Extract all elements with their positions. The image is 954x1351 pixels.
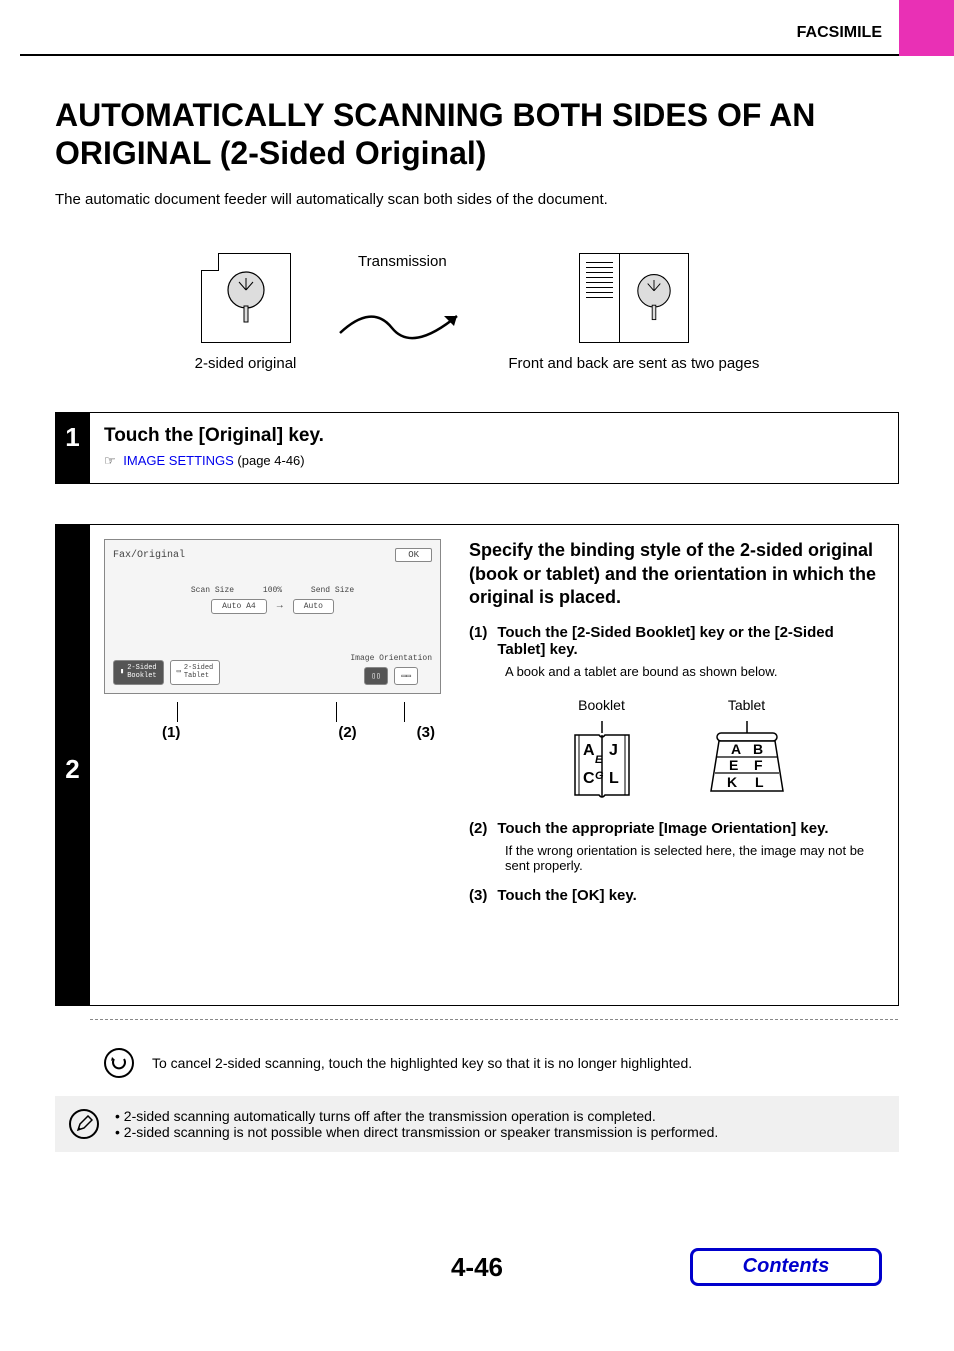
svg-text:J: J — [609, 742, 618, 759]
substep-1-note: A book and a tablet are bound as shown b… — [505, 664, 884, 679]
output-diagram: Front and back are sent as two pages — [508, 253, 759, 372]
scan-size-button[interactable]: Auto A4 — [211, 599, 267, 614]
xref-page: (page 4-46) — [234, 453, 305, 468]
svg-text:E: E — [595, 754, 603, 766]
output-pages-icon — [579, 253, 689, 343]
cancel-hint: To cancel 2-sided scanning, touch the hi… — [90, 1034, 898, 1092]
undo-icon — [104, 1048, 134, 1078]
fax-original-screen: Fax/Original OK Scan Size 100% Send Size… — [104, 539, 441, 694]
tree-icon — [633, 271, 675, 325]
substep-3-text: Touch the [OK] key. — [497, 887, 636, 904]
step-1: 1 Touch the [Original] key. ☞ IMAGE SETT… — [55, 412, 899, 485]
substep-1-text: Touch the [2-Sided Booklet] key or the [… — [497, 624, 884, 658]
callout-3: (3) — [417, 724, 435, 741]
substep-2-num: (2) — [469, 820, 487, 837]
booklet-icon: ▮ — [120, 669, 124, 677]
svg-text:A: A — [731, 741, 741, 757]
callout-1: (1) — [162, 724, 180, 741]
tablet-label: Tablet — [707, 697, 787, 713]
substep-3-num: (3) — [469, 887, 487, 904]
notes-box: 2-sided scanning automatically turns off… — [55, 1096, 899, 1152]
ok-button[interactable]: OK — [395, 548, 432, 562]
pencil-icon — [69, 1109, 99, 1139]
image-orientation-label: Image Orientation — [350, 654, 432, 663]
step-2: 2 Fax/Original OK Scan Size 100% Send Si… — [55, 524, 899, 1005]
transmission-label: Transmission — [332, 253, 472, 270]
callout-pointers: (1) (2) (3) — [104, 724, 441, 741]
svg-text:L: L — [609, 770, 619, 787]
binding-diagrams: Booklet A C J L E — [469, 697, 884, 804]
substep-2-text: Touch the appropriate [Image Orientation… — [497, 820, 828, 837]
svg-text:E: E — [729, 757, 738, 773]
contents-button[interactable]: Contents — [690, 1248, 882, 1286]
screen-title: Fax/Original — [113, 550, 185, 561]
step-1-number: 1 — [55, 412, 90, 485]
document-icon — [201, 253, 291, 343]
tree-icon — [223, 268, 269, 328]
two-sided-booklet-button[interactable]: ▮ 2-Sided Booklet — [113, 660, 164, 685]
arrow-icon — [332, 298, 472, 348]
original-diagram: 2-sided original — [195, 253, 297, 372]
two-sided-tablet-button[interactable]: ▭ 2-Sided Tablet — [170, 660, 221, 685]
section-color-tab — [899, 0, 954, 56]
step-1-title: Touch the [Original] key. — [104, 425, 884, 447]
page-title: AUTOMATICALLY SCANNING BOTH SIDES OF AN … — [55, 96, 899, 173]
pointer-icon: ☞ — [104, 453, 116, 469]
step-2-title: Specify the binding style of the 2-sided… — [469, 539, 884, 609]
send-size-button[interactable]: Auto — [293, 599, 334, 614]
note-2: 2-sided scanning is not possible when di… — [115, 1124, 718, 1140]
svg-text:L: L — [755, 774, 764, 790]
original-label: 2-sided original — [195, 355, 297, 372]
note-1: 2-sided scanning automatically turns off… — [115, 1108, 718, 1124]
booklet-label: Booklet — [567, 697, 637, 713]
tablet-icon: ▭ — [177, 669, 181, 677]
orientation-portrait-button[interactable]: ▯▯ — [364, 667, 388, 685]
tablet-binding-icon: A B E F K L — [707, 721, 787, 801]
dashed-separator — [90, 1019, 898, 1020]
transmission-label-col: Transmission — [332, 253, 472, 352]
step-2-number: 2 — [55, 524, 90, 1005]
svg-text:A: A — [583, 742, 595, 759]
callout-2: (2) — [338, 724, 356, 741]
booklet-icon: A C J L E G — [567, 721, 637, 801]
scan-percent: 100% — [263, 586, 282, 595]
header-rule — [20, 54, 899, 56]
scan-size-label: Scan Size — [191, 586, 234, 595]
transmission-diagram: 2-sided original Transmission — [55, 253, 899, 372]
substep-2-note: If the wrong orientation is selected her… — [505, 843, 884, 873]
output-label: Front and back are sent as two pages — [508, 355, 759, 372]
image-settings-link[interactable]: IMAGE SETTINGS — [123, 453, 234, 468]
svg-text:K: K — [727, 774, 737, 790]
orientation-landscape-button[interactable]: ▭▭ — [394, 667, 418, 685]
substep-1-num: (1) — [469, 624, 487, 658]
cancel-hint-text: To cancel 2-sided scanning, touch the hi… — [152, 1055, 692, 1071]
svg-text:G: G — [595, 770, 604, 782]
section-header: FACSIMILE — [0, 0, 954, 42]
step-1-xref: ☞ IMAGE SETTINGS (page 4-46) — [104, 453, 884, 470]
svg-text:B: B — [753, 741, 763, 757]
arrow-icon: → — [277, 601, 283, 612]
intro-text: The automatic document feeder will autom… — [55, 191, 899, 208]
svg-text:F: F — [754, 757, 763, 773]
svg-text:C: C — [583, 770, 595, 787]
send-size-label: Send Size — [311, 586, 354, 595]
